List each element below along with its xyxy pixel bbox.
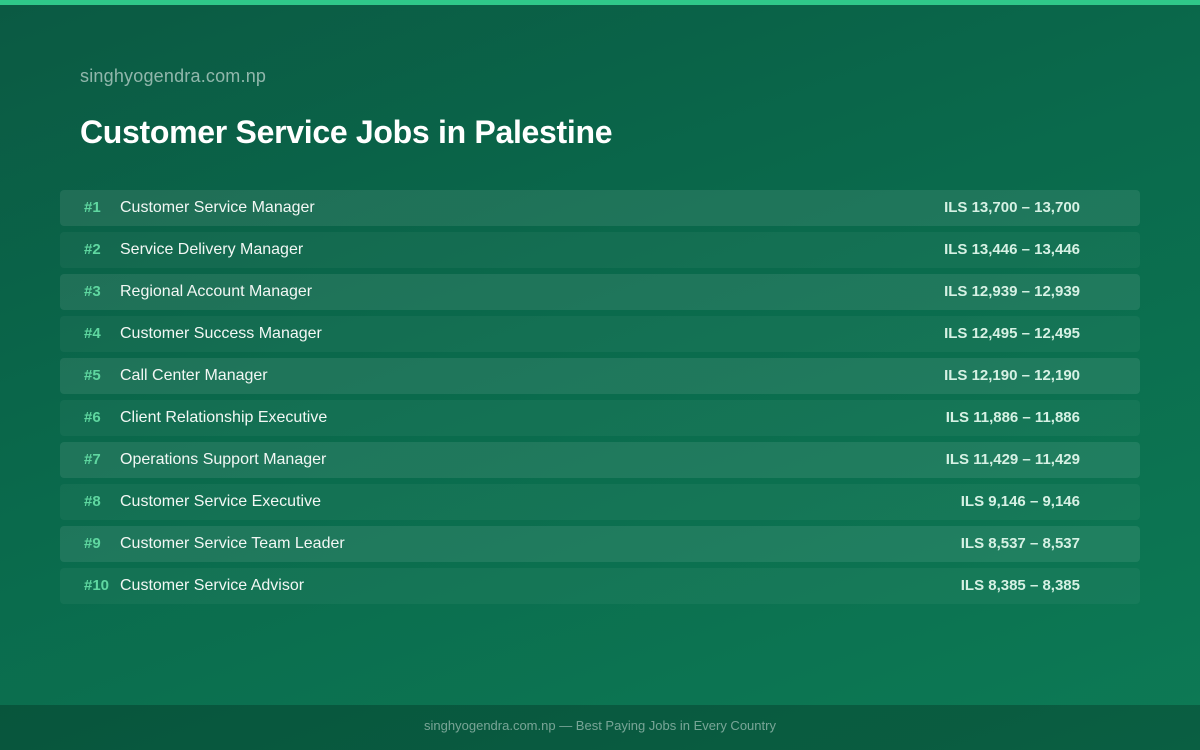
job-list: #1 Customer Service Manager ILS 13,700 –…: [60, 190, 1140, 610]
job-rank: #9: [84, 535, 101, 552]
job-title: Regional Account Manager: [120, 283, 313, 300]
job-row: #7 Operations Support Manager ILS 11,429…: [60, 442, 1140, 478]
job-rank: #5: [84, 367, 101, 384]
job-rank: #7: [84, 451, 101, 468]
job-row: #6 Client Relationship Executive ILS 11,…: [60, 400, 1140, 436]
job-title: Operations Support Manager: [120, 451, 327, 468]
job-title: Service Delivery Manager: [120, 241, 304, 258]
job-salary: ILS 12,495 – 12,495: [944, 325, 1080, 342]
footer: singhyogendra.com.np — Best Paying Jobs …: [0, 705, 1200, 750]
job-title: Call Center Manager: [120, 367, 268, 384]
job-title: Customer Service Team Leader: [120, 535, 345, 552]
job-row: #9 Customer Service Team Leader ILS 8,53…: [60, 526, 1140, 562]
job-row: #4 Customer Success Manager ILS 12,495 –…: [60, 316, 1140, 352]
job-rank: #10: [84, 577, 110, 594]
job-row: #2 Service Delivery Manager ILS 13,446 –…: [60, 232, 1140, 268]
page-title: Customer Service Jobs in Palestine: [80, 114, 613, 150]
job-salary: ILS 8,537 – 8,537: [960, 535, 1080, 552]
job-title: Customer Service Manager: [120, 199, 315, 216]
footer-text: singhyogendra.com.np — Best Paying Jobs …: [424, 718, 776, 733]
job-salary: ILS 13,700 – 13,700: [944, 199, 1080, 216]
job-row: #10 Customer Service Advisor ILS 8,385 –…: [60, 568, 1140, 604]
job-row: #3 Regional Account Manager ILS 12,939 –…: [60, 274, 1140, 310]
job-rank: #1: [84, 199, 101, 216]
job-salary: ILS 9,146 – 9,146: [960, 493, 1080, 510]
job-rank: #3: [84, 283, 101, 300]
job-title: Customer Success Manager: [120, 325, 322, 342]
job-title: Client Relationship Executive: [120, 409, 328, 426]
top-accent-bar: [0, 0, 1200, 5]
job-salary: ILS 12,190 – 12,190: [944, 367, 1080, 384]
job-rank: #4: [84, 325, 101, 342]
job-salary: ILS 11,886 – 11,886: [945, 409, 1080, 426]
job-row: #5 Call Center Manager ILS 12,190 – 12,1…: [60, 358, 1140, 394]
job-rank: #2: [84, 241, 101, 258]
job-salary: ILS 11,429 – 11,429: [945, 451, 1080, 468]
job-salary: ILS 8,385 – 8,385: [960, 577, 1080, 594]
job-salary: ILS 12,939 – 12,939: [944, 283, 1080, 300]
job-row: #1 Customer Service Manager ILS 13,700 –…: [60, 190, 1140, 226]
job-salary: ILS 13,446 – 13,446: [944, 241, 1080, 258]
job-rank: #8: [84, 493, 101, 510]
job-rank: #6: [84, 409, 101, 426]
job-title: Customer Service Executive: [120, 493, 321, 510]
job-row: #8 Customer Service Executive ILS 9,146 …: [60, 484, 1140, 520]
site-label: singhyogendra.com.np: [80, 66, 267, 86]
job-title: Customer Service Advisor: [120, 577, 305, 594]
